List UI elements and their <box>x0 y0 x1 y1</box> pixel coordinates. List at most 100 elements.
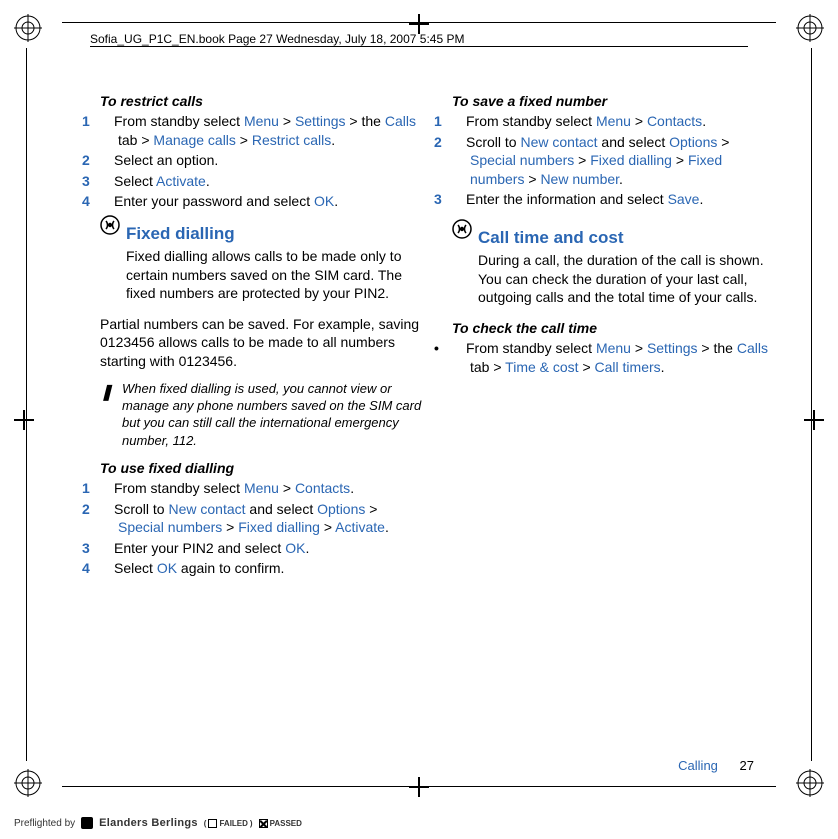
text: > <box>579 359 595 375</box>
preflight-strip: Preflighted by Elanders Berlings ( FAILE… <box>14 817 302 829</box>
menu-path: Calls <box>385 113 416 129</box>
text: > the <box>698 340 737 356</box>
text: tab > <box>470 359 505 375</box>
menu-path: New contact <box>168 501 245 517</box>
text: > <box>631 113 647 129</box>
menu-path: Fixed dialling <box>238 519 320 535</box>
text: and select <box>246 501 318 517</box>
crop-line <box>62 22 776 23</box>
menu-path: New contact <box>520 134 597 150</box>
steps-save-fixed-number: 1From standby select Menu > Contacts. 2S… <box>452 112 776 208</box>
text: > <box>524 171 540 187</box>
text: > <box>320 519 335 535</box>
menu-path: Contacts <box>647 113 702 129</box>
menu-path: Options <box>669 134 717 150</box>
registration-mark-icon <box>14 769 42 797</box>
heading-fixed-dialling: Fixed dialling <box>126 223 424 245</box>
preflight-failed-badge: ( FAILED ) <box>204 819 253 828</box>
crop-line <box>811 48 812 761</box>
text: > <box>279 113 295 129</box>
menu-path: OK <box>285 540 305 556</box>
crop-line <box>26 48 27 761</box>
info-icon: ❚ <box>100 382 113 403</box>
text: > <box>672 152 688 168</box>
paragraph: During a call, the duration of the call … <box>478 251 776 306</box>
header-rule <box>90 46 748 47</box>
text: . <box>661 359 665 375</box>
text: . <box>385 519 389 535</box>
text: Scroll to <box>466 134 520 150</box>
step: 2Select an option. <box>100 151 424 169</box>
menu-path: OK <box>157 560 177 576</box>
text: > <box>279 480 295 496</box>
text: > <box>365 501 377 517</box>
step: 1From standby select Menu > Settings > t… <box>100 112 424 149</box>
heading-call-time-cost: Call time and cost <box>478 227 776 249</box>
crop-line <box>62 786 776 787</box>
menu-path: Menu <box>596 113 631 129</box>
text: Enter your password and select <box>114 193 314 209</box>
text: Select <box>114 173 156 189</box>
preflight-logo-icon <box>81 817 93 829</box>
text: From standby select <box>114 113 244 129</box>
menu-path: Menu <box>244 480 279 496</box>
text: Scroll to <box>114 501 168 517</box>
text: . <box>702 113 706 129</box>
menu-path: OK <box>314 193 334 209</box>
text: Select <box>114 560 157 576</box>
heading-use-fixed-dialling: To use fixed dialling <box>100 459 424 477</box>
menu-path: Fixed dialling <box>590 152 672 168</box>
text: FAILED <box>219 819 247 828</box>
page-number: 27 <box>740 758 754 773</box>
registration-mark-icon <box>14 14 42 42</box>
text: . <box>699 191 703 207</box>
step: •From standby select Menu > Settings > t… <box>452 339 776 376</box>
step: 3Enter your PIN2 and select OK. <box>100 539 424 557</box>
menu-path: Save <box>668 191 700 207</box>
step: 1From standby select Menu > Contacts. <box>100 479 424 497</box>
text: . <box>331 132 335 148</box>
running-head: Sofia_UG_P1C_EN.book Page 27 Wednesday, … <box>90 32 464 46</box>
menu-path: Settings <box>295 113 346 129</box>
text: and select <box>598 134 670 150</box>
steps-check-call-time: •From standby select Menu > Settings > t… <box>452 339 776 376</box>
text: > <box>236 132 252 148</box>
steps-use-fixed-dialling: 1From standby select Menu > Contacts. 2S… <box>100 479 424 577</box>
paragraph: Partial numbers can be saved. For exampl… <box>100 315 424 370</box>
heading-restrict-calls: To restrict calls <box>100 92 424 110</box>
menu-path: Options <box>317 501 365 517</box>
step: 4Enter your password and select OK. <box>100 192 424 210</box>
step: 2Scroll to New contact and select Option… <box>452 133 776 188</box>
crop-mark-icon <box>14 410 34 430</box>
text: Select an option. <box>114 152 218 168</box>
network-icon <box>100 215 120 235</box>
step: 3Enter the information and select Save. <box>452 190 776 208</box>
page-body: To restrict calls 1From standby select M… <box>100 86 776 729</box>
menu-path: Menu <box>244 113 279 129</box>
menu-path: Contacts <box>295 480 350 496</box>
preflight-label: Preflighted by <box>14 818 75 829</box>
note-fixed-dialling: ❚ When fixed dialling is used, you canno… <box>100 380 424 449</box>
text: . <box>206 173 210 189</box>
crop-mark-icon <box>409 14 429 34</box>
menu-path: Calls <box>737 340 768 356</box>
menu-path: Activate <box>156 173 206 189</box>
menu-path: New number <box>540 171 619 187</box>
text: . <box>334 193 338 209</box>
text: . <box>619 171 623 187</box>
right-column: To save a fixed number 1From standby sel… <box>452 86 776 729</box>
text: tab > <box>118 132 153 148</box>
network-icon <box>452 219 472 239</box>
menu-path: Time & cost <box>505 359 578 375</box>
text: From standby select <box>466 340 596 356</box>
text: > the <box>346 113 385 129</box>
text: > <box>717 134 729 150</box>
step: 3Select Activate. <box>100 172 424 190</box>
menu-path: Activate <box>335 519 385 535</box>
text: PASSED <box>270 819 302 828</box>
menu-path: Settings <box>647 340 698 356</box>
text: From standby select <box>114 480 244 496</box>
text: Enter the information and select <box>466 191 668 207</box>
text: > <box>574 152 590 168</box>
crop-mark-icon <box>804 410 824 430</box>
